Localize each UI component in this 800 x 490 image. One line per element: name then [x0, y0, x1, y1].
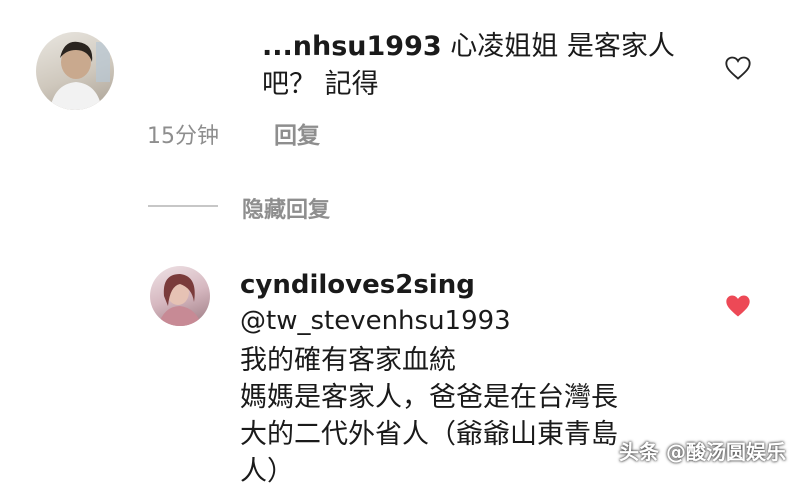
comment-text: ...nhsu1993 心凌姐姐 是客家人 吧？ 記得 [262, 28, 702, 104]
reply-button[interactable]: 回复 [274, 116, 320, 150]
avatar-photo [50, 41, 110, 110]
reply-mention-link[interactable]: @tw_stevenhsu1993 [240, 306, 511, 336]
like-heart-icon[interactable] [724, 55, 752, 81]
comment-username[interactable]: ...nhsu1993 [262, 31, 442, 62]
reply-avatar[interactable] [150, 266, 210, 326]
avatar-photo [158, 274, 202, 326]
reply-body: 我的確有客家血統 媽媽是客家人，爸爸是在台灣長 大的二代外省人（爺爺山東青島 人… [240, 345, 618, 487]
liked-heart-icon[interactable] [724, 293, 752, 319]
hide-replies-button[interactable]: 隐藏回复 [242, 192, 330, 224]
reply-username[interactable]: cyndiloves2sing [240, 270, 475, 300]
commenter-avatar[interactable] [36, 32, 114, 110]
watermark: 头条 @酸汤圆娱乐 [619, 440, 786, 464]
replies-divider [148, 205, 218, 207]
comment-timestamp: 15分钟 [147, 124, 219, 149]
